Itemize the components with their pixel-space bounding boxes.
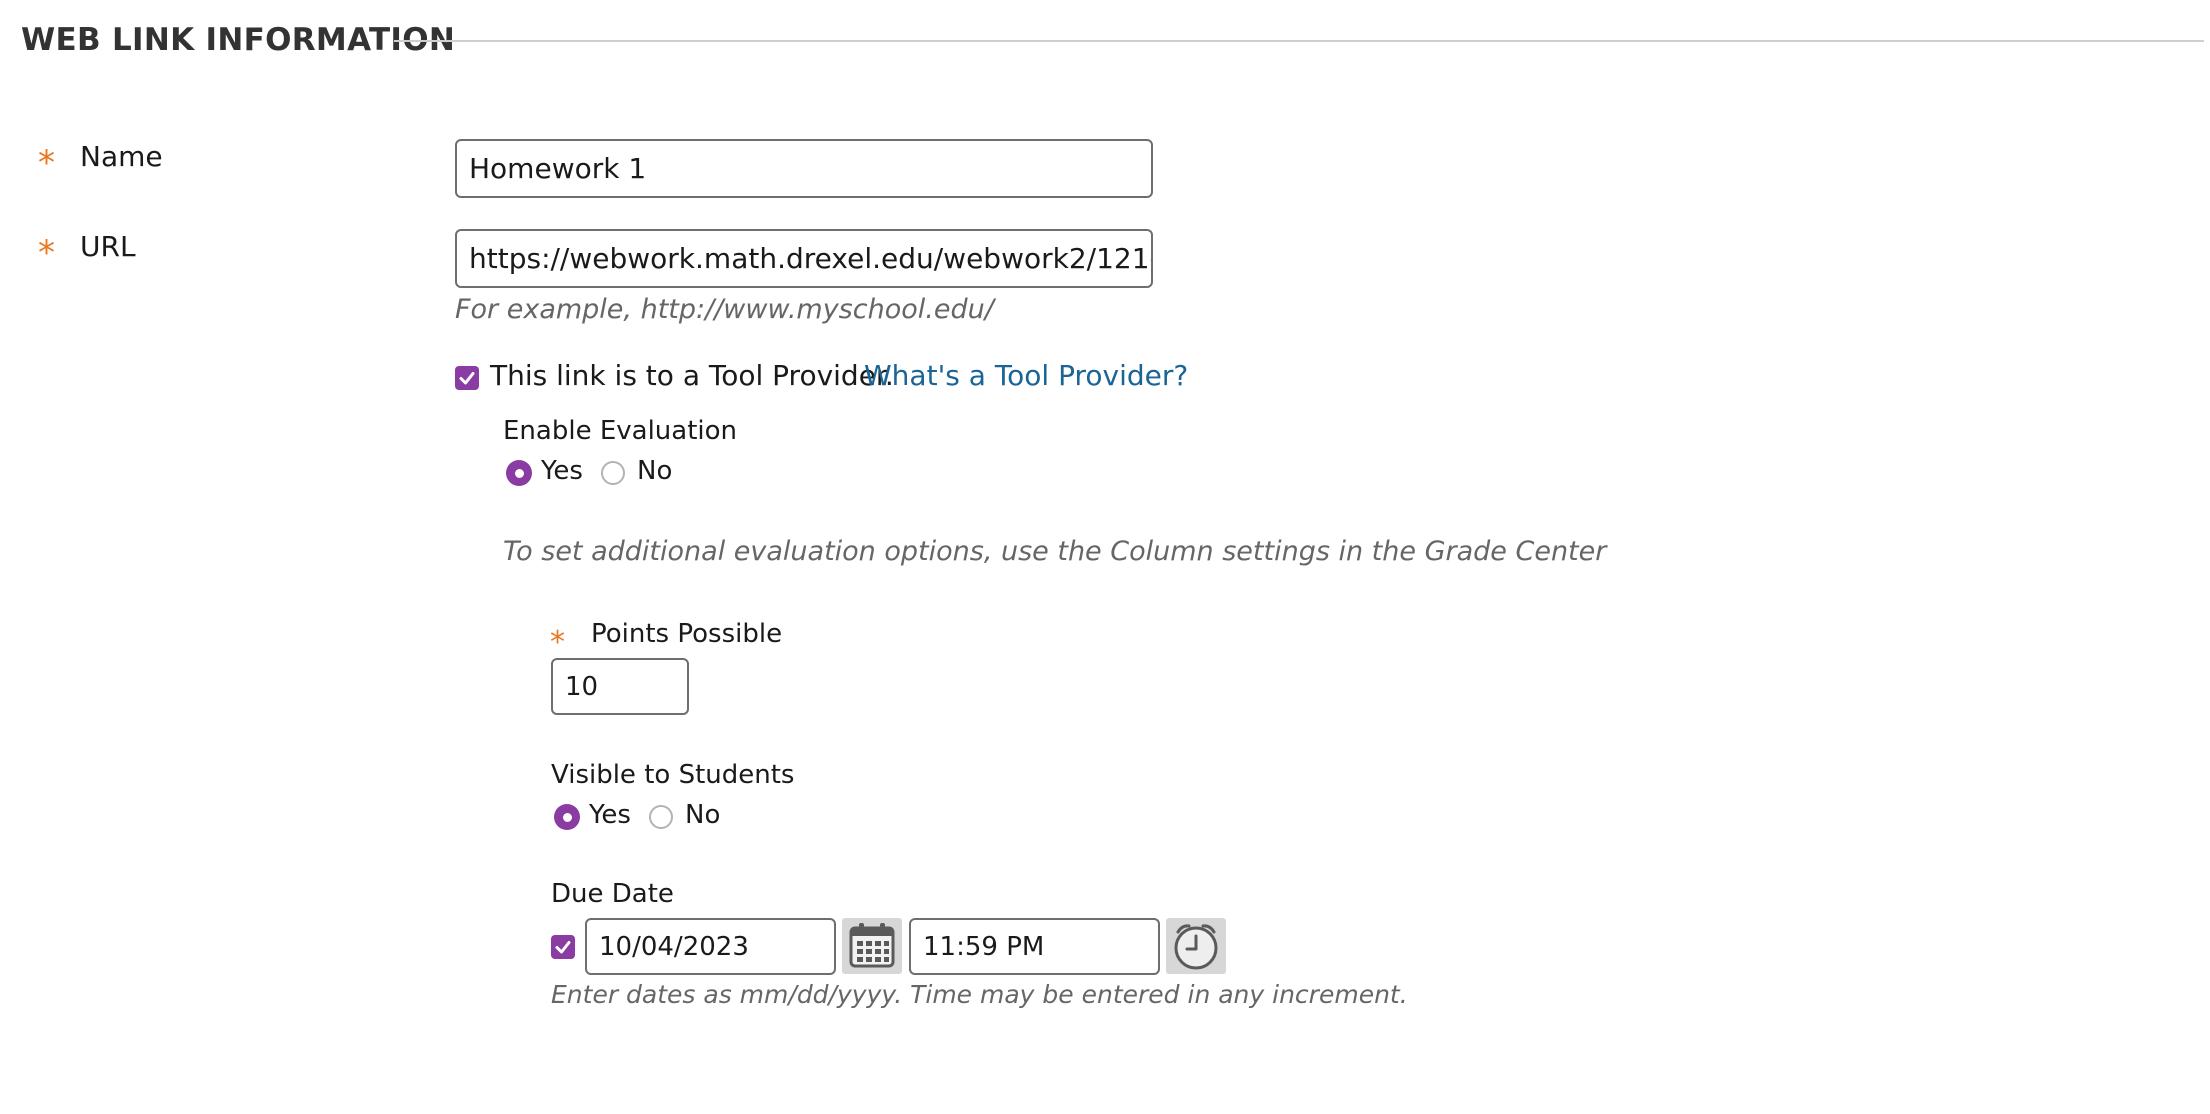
visible-yes-radio[interactable] [554, 804, 580, 830]
points-possible-input[interactable]: 10 [551, 658, 689, 715]
name-input[interactable]: Homework 1 [455, 139, 1153, 198]
clock-icon [1174, 924, 1218, 970]
enable-evaluation-yes-radio[interactable] [506, 460, 532, 486]
visible-no-label: No [685, 800, 721, 830]
section-divider [394, 40, 2204, 42]
enable-evaluation-no-label: No [637, 456, 673, 486]
url-input[interactable]: https://webwork.math.drexel.edu/webwork2… [455, 229, 1153, 288]
due-date-value: 10/04/2023 [599, 931, 749, 962]
url-help-text: For example, http://www.myschool.edu/ [455, 294, 994, 325]
required-marker: * [38, 233, 55, 273]
enable-evaluation-no-radio[interactable] [601, 461, 625, 485]
required-marker: * [550, 625, 565, 660]
checkmark-icon [555, 941, 571, 954]
url-input-value: https://webwork.math.drexel.edu/webwork2… [469, 242, 1151, 275]
due-time-value: 11:59 PM [923, 931, 1045, 962]
visible-no-radio[interactable] [649, 805, 673, 829]
points-possible-label: Points Possible [591, 619, 783, 649]
due-date-input[interactable]: 10/04/2023 [585, 918, 836, 975]
evaluation-note: To set additional evaluation options, us… [503, 536, 1607, 567]
due-date-checkbox[interactable] [551, 935, 575, 959]
enable-evaluation-yes-label: Yes [541, 456, 583, 486]
due-date-help-text: Enter dates as mm/dd/yyyy. Time may be e… [551, 980, 1408, 1009]
calendar-icon [849, 923, 895, 968]
required-marker: * [38, 143, 55, 183]
name-input-value: Homework 1 [469, 152, 647, 185]
section-title: WEB LINK INFORMATION [21, 22, 456, 58]
due-time-input[interactable]: 11:59 PM [909, 918, 1160, 975]
enable-evaluation-label: Enable Evaluation [503, 416, 738, 446]
points-possible-value: 10 [565, 671, 599, 702]
visible-yes-label: Yes [589, 800, 631, 830]
name-label: Name [80, 140, 163, 173]
due-date-label: Due Date [551, 879, 674, 909]
url-label: URL [80, 230, 136, 263]
calendar-button[interactable] [842, 918, 902, 974]
tool-provider-label: This link is to a Tool Provider. [490, 359, 894, 392]
tool-provider-help-link[interactable]: What's a Tool Provider? [864, 359, 1188, 392]
clock-button[interactable] [1166, 918, 1226, 974]
tool-provider-checkbox[interactable] [455, 366, 479, 390]
visible-to-students-label: Visible to Students [551, 760, 795, 790]
checkmark-icon [459, 372, 475, 385]
